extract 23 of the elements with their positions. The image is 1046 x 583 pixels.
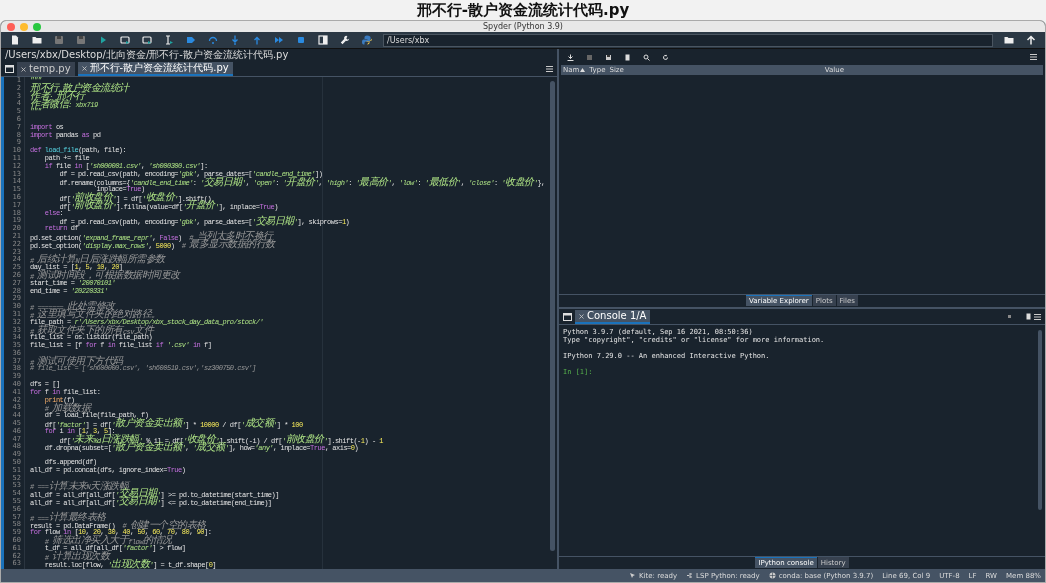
- editor-tab[interactable]: 邢不行-散户资金流统计代码.py: [77, 62, 233, 76]
- menu-icon[interactable]: [1034, 313, 1041, 320]
- close-icon[interactable]: [579, 313, 584, 319]
- refresh-icon[interactable]: [662, 53, 669, 61]
- working-directory-field[interactable]: /Users/xbx: [383, 33, 993, 47]
- scrollbar[interactable]: [550, 81, 555, 551]
- import-icon[interactable]: [567, 53, 574, 61]
- video-title: 邢不行-散户资金流统计代码.py: [416, 0, 630, 20]
- console-tab[interactable]: Console 1/A: [575, 310, 651, 324]
- globe-icon: [768, 572, 776, 579]
- close-icon[interactable]: [81, 65, 87, 71]
- editor-tab[interactable]: temp.py: [17, 62, 75, 76]
- close-icon[interactable]: [21, 66, 26, 72]
- menu-icon[interactable]: [1030, 54, 1037, 60]
- search-icon[interactable]: [643, 53, 650, 61]
- code-editor[interactable]: [1, 77, 557, 569]
- save-as-icon[interactable]: [605, 53, 612, 61]
- menu-icon[interactable]: [546, 65, 553, 72]
- scrollbar[interactable]: [1038, 330, 1042, 510]
- plug-icon: [686, 572, 694, 579]
- browse-tabs-icon[interactable]: [5, 64, 14, 73]
- window-title: Spyder (Python 3.9): [483, 22, 563, 31]
- browse-tabs-icon[interactable]: [563, 312, 572, 321]
